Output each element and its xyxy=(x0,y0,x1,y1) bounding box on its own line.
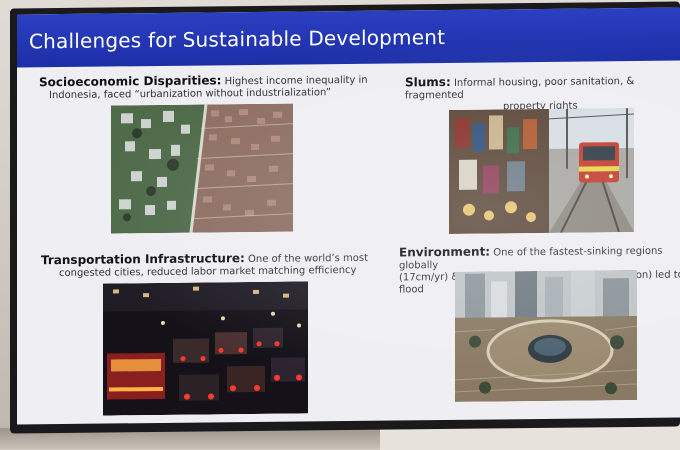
slide-title: Challenges for Sustainable Development xyxy=(29,24,446,54)
slide-screen: Challenges for Sustainable Development S… xyxy=(17,7,680,425)
transport-heading: Transportation Infrastructure: xyxy=(41,251,245,268)
environment-heading: Environment: xyxy=(399,244,491,260)
slide-title-bar: Challenges for Sustainable Development xyxy=(17,7,680,68)
socio-heading: Socioeconomic Disparities: xyxy=(39,73,222,90)
socio-text-2: Indonesia, faced “urbanization without i… xyxy=(49,87,331,102)
photo-flooded-city xyxy=(455,269,637,402)
transport-text-2: congested cities, reduced labor market m… xyxy=(59,264,357,280)
photo-slum-train xyxy=(449,108,634,234)
slums-heading: Slums: xyxy=(405,74,451,90)
photo-traffic-night xyxy=(103,281,308,416)
transport-caption: Transportation Infrastructure: One of th… xyxy=(41,251,381,281)
photo-aerial-inequality xyxy=(111,103,293,234)
socio-text-1: Highest income inequality in xyxy=(224,74,368,88)
transport-text-1: One of the world’s most xyxy=(248,252,369,266)
socio-caption: Socioeconomic Disparities: Highest incom… xyxy=(39,73,369,102)
